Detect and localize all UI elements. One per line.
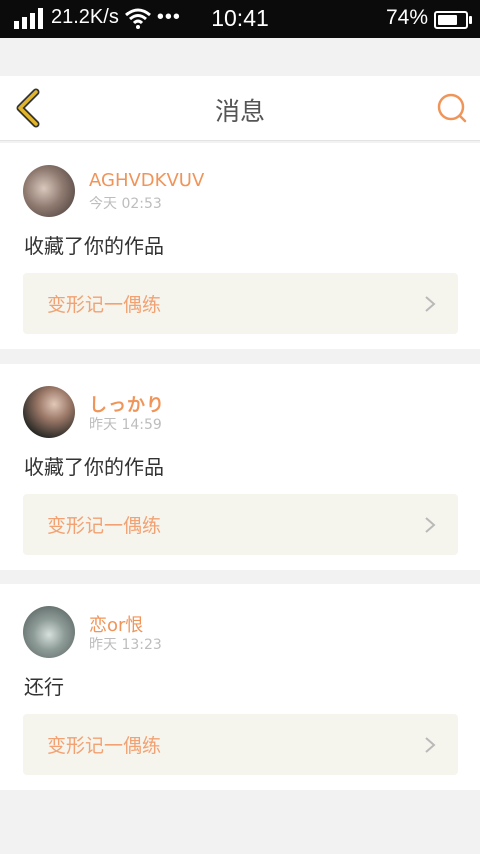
work-title: 变形记一偶练 [47,294,162,316]
status-bar: 21.2K/s ••• 10:41 74% [0,0,480,38]
work-link[interactable]: 变形记一偶练 [23,494,458,555]
avatar[interactable] [23,386,75,438]
work-link[interactable]: 变形记一偶练 [23,714,458,775]
message-text: 收藏了你的作品 [24,234,164,258]
message-text: 收藏了你的作品 [24,455,164,479]
message-time: 今天 02:53 [89,196,162,212]
work-link[interactable]: 变形记一偶练 [23,273,458,334]
nav-bar: 消息 [0,76,480,141]
message-time: 昨天 14:59 [89,417,162,433]
message-time: 昨天 13:23 [89,637,162,653]
battery-icon [434,11,472,29]
battery-percent: 74% [385,6,428,29]
battery-fill [438,15,458,25]
avatar[interactable] [23,606,75,658]
work-title: 变形记一偶练 [47,515,162,537]
page-title: 消息 [214,97,265,126]
username[interactable]: AGHVDKVUV [89,170,204,191]
message-text: 还行 [24,675,64,699]
message-card: AGHVDKVUV 今天 02:53 收藏了你的作品 变形记一偶练 [0,143,480,349]
chevron-right-icon [425,296,436,312]
message-card: 恋or恨 昨天 13:23 还行 变形记一偶练 [0,584,480,790]
avatar[interactable] [23,165,75,217]
chevron-right-icon [425,517,436,533]
work-title: 变形记一偶练 [47,735,162,757]
search-icon [437,93,467,123]
message-card: しっかり 昨天 14:59 收藏了你的作品 变形记一偶练 [0,364,480,570]
search-button[interactable] [434,90,470,126]
chevron-right-icon [425,737,436,753]
